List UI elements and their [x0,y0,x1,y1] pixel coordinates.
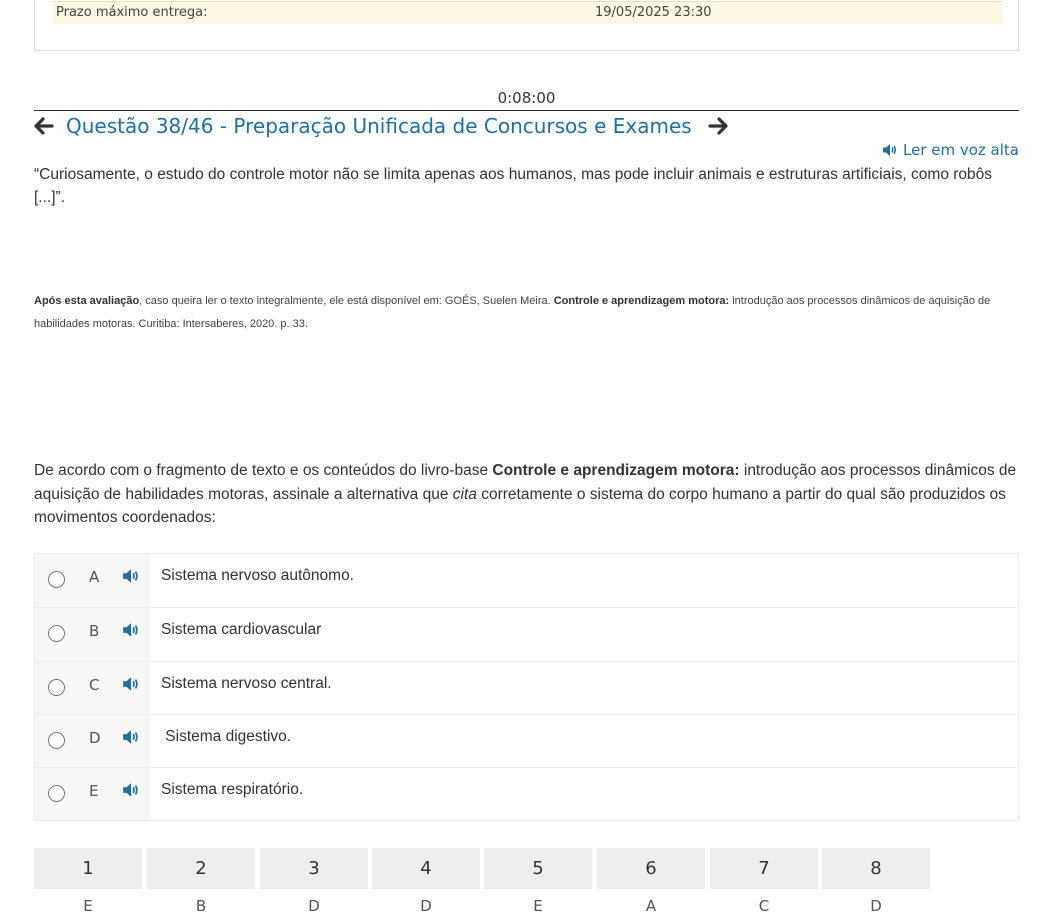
volume-icon[interactable] [122,622,140,638]
nav-question-5[interactable]: 5 E [484,848,592,915]
nav-answer: D [420,897,432,915]
volume-icon[interactable] [122,568,140,584]
nav-number[interactable]: 2 [147,848,255,889]
nav-question-8[interactable]: 8 D [822,848,930,915]
nav-question-7[interactable]: 7 C [710,848,818,915]
question-bold: Controle e aprendizagem motora: [492,462,740,479]
volume-icon[interactable] [122,676,140,692]
question-header: Questão 38/46 - Preparação Unificada de … [34,113,728,139]
deadline-card: Prazo máximo entrega: 19/05/2025 23:30 [34,0,1019,51]
volume-icon[interactable] [122,729,140,745]
nav-answer: E [533,897,543,915]
option-text: Sistema respiratório. [161,781,304,799]
nav-question-2[interactable]: 2 B [147,848,255,915]
option-controls: D [35,714,150,768]
nav-number[interactable]: 5 [484,848,592,889]
divider [34,110,1019,111]
question-italic: cita [452,485,477,503]
option-c[interactable]: C Sistema nervoso central. [35,660,1018,714]
option-text: Sistema digestivo. [161,727,292,745]
source-bold-1: Após esta avaliação [34,295,140,307]
deadline-row: Prazo máximo entrega: 19/05/2025 23:30 [53,1,1002,24]
timer: 0:08:00 [497,89,556,107]
nav-number[interactable]: 8 [822,848,930,889]
volume-icon [883,144,896,156]
source-reference: Após esta avaliação, caso queira ler o t… [34,290,1014,336]
nav-answer: E [83,897,93,915]
nav-question-1[interactable]: 1 E [34,848,142,915]
option-a[interactable]: A Sistema nervoso autônomo. [35,554,1018,608]
option-letter: B [89,622,100,641]
option-letter: D [89,728,101,747]
nav-question-3[interactable]: 3 D [260,848,368,915]
radio-button[interactable] [48,731,65,749]
source-text-1: , caso queira ler o texto integralmente,… [139,295,554,307]
nav-question-6[interactable]: 6 A [597,848,705,915]
nav-number[interactable]: 4 [372,848,480,889]
deadline-label: Prazo máximo entrega: [56,5,208,20]
deadline-value: 19/05/2025 23:30 [595,5,712,20]
radio-button[interactable] [48,785,65,803]
question-text: De acordo com o fragmento de texto e os … [34,459,1024,530]
nav-number[interactable]: 3 [260,848,368,889]
question-part-1: De acordo com o fragmento de texto e os … [34,462,493,479]
option-controls: B [35,608,150,661]
nav-answer: A [645,897,657,915]
read-aloud-label: Ler em voz alta [903,141,1019,159]
option-text: Sistema nervoso central. [161,674,332,692]
nav-number[interactable]: 7 [710,848,818,889]
nav-answer: B [195,897,207,915]
arrow-right-icon[interactable] [708,116,728,136]
option-text: Sistema cardiovascular [161,621,322,639]
arrow-left-icon[interactable] [34,116,54,136]
option-b[interactable]: B Sistema cardiovascular [35,607,1018,661]
option-d[interactable]: D Sistema digestivo. [35,713,1018,768]
nav-number[interactable]: 1 [34,848,142,889]
nav-answer: C [758,897,770,915]
read-aloud-button[interactable]: Ler em voz alta [882,141,1019,159]
option-controls: A [35,554,150,608]
source-bold-2: Controle e aprendizagem motora: [553,295,730,307]
quote-text: “Curiosamente, o estudo do controle moto… [34,166,993,206]
nav-answer: D [870,897,882,915]
option-letter: A [89,568,100,586]
nav-number[interactable]: 6 [597,848,705,889]
option-controls: C [35,661,150,714]
question-title: Questão 38/46 - Preparação Unificada de … [66,114,692,138]
option-letter: E [89,782,99,801]
radio-button[interactable] [48,625,65,643]
radio-button[interactable] [48,678,65,696]
option-text: Sistema nervoso autônomo. [161,567,354,584]
option-letter: C [89,675,100,694]
option-controls: E [35,768,150,821]
radio-button[interactable] [48,571,65,588]
nav-question-4[interactable]: 4 D [372,848,480,915]
option-e[interactable]: E Sistema respiratório. [35,767,1018,821]
volume-icon[interactable] [122,782,140,798]
answer-options: A Sistema nervoso autônomo. B Sistema ca… [34,553,1019,822]
nav-answer: D [308,897,320,915]
